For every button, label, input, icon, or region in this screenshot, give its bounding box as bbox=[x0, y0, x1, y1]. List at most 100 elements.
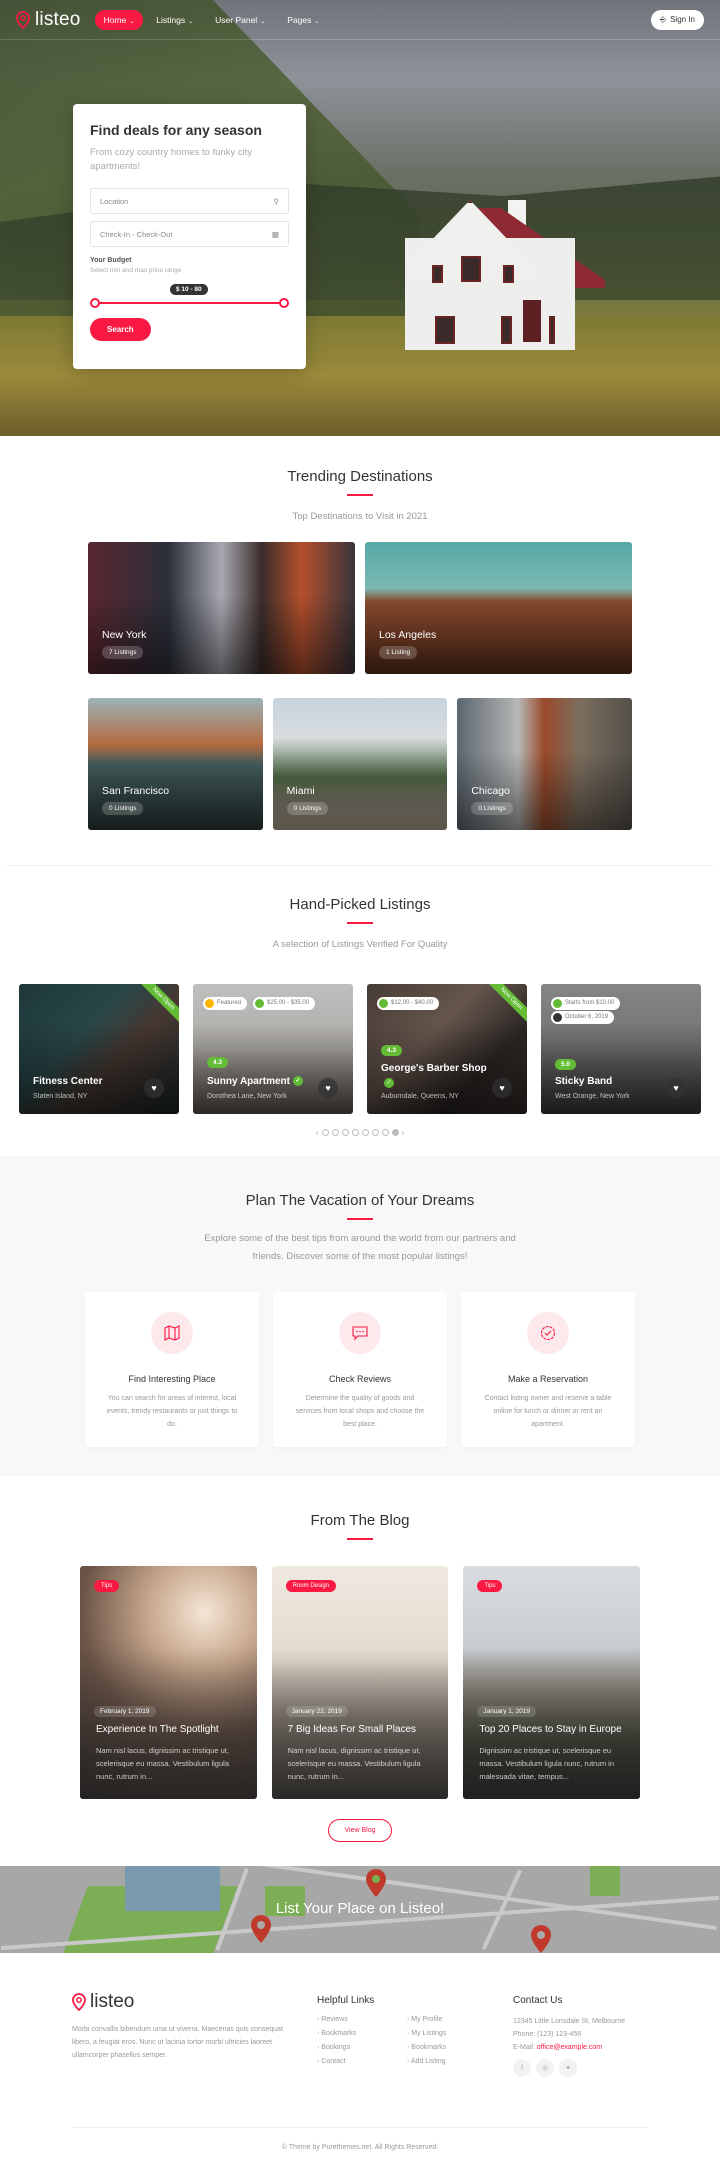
facebook-icon[interactable]: f bbox=[513, 2059, 531, 2077]
pager-dot[interactable] bbox=[371, 1128, 379, 1136]
post-title: 7 Big Ideas For Small Places bbox=[287, 1723, 417, 1735]
pager-dot[interactable] bbox=[341, 1128, 349, 1136]
view-blog-button[interactable]: View Blog bbox=[328, 1818, 392, 1842]
chevron-down-icon: ⌄ bbox=[314, 18, 320, 25]
footer-link-bookings[interactable]: Bookings bbox=[317, 2044, 407, 2051]
search-panel: Find deals for any season From cozy coun… bbox=[73, 104, 306, 369]
section-subtitle: Explore some of the best tips from aroun… bbox=[204, 1232, 516, 1262]
list-your-place-banner[interactable]: List Your Place on Listeo! bbox=[0, 1866, 720, 1953]
date-badge: October 6, 2019 bbox=[551, 1010, 615, 1024]
nav-user-panel[interactable]: User Panel ⌄ bbox=[206, 10, 274, 30]
carousel-pager: ‹ › bbox=[0, 1128, 720, 1137]
title-underline bbox=[347, 1218, 373, 1220]
footer-link-bookmarks[interactable]: Bookmarks bbox=[317, 2030, 407, 2037]
listing-card[interactable]: Starts from $10.00 October 6, 2019 5.0 S… bbox=[541, 983, 701, 1114]
destination-name: Miami bbox=[286, 784, 315, 797]
destination-card-san-francisco[interactable]: San Francisco 0 Listings bbox=[88, 697, 263, 830]
top-nav: listeo Home ⌄ Listings ⌄ User Panel ⌄ Pages… bbox=[0, 0, 720, 40]
post-title: Experience In The Spotlight bbox=[96, 1723, 219, 1735]
destination-card-new-york[interactable]: New York 7 Listings bbox=[88, 541, 355, 674]
search-button[interactable]: Search bbox=[90, 318, 151, 341]
section-title: Plan The Vacation of Your Dreams bbox=[245, 1192, 475, 1209]
bookmark-heart-icon[interactable]: ♥ bbox=[666, 1077, 686, 1098]
bookmark-heart-icon[interactable]: ♥ bbox=[144, 1077, 164, 1098]
footer-link-my-profile[interactable]: My Profile bbox=[407, 2016, 497, 2023]
contact-phone: Phone: (123) 123-456 bbox=[513, 2031, 582, 2038]
pager-dot[interactable] bbox=[381, 1128, 389, 1136]
section-subtitle: A selection of Listings Verified For Qua… bbox=[272, 938, 448, 950]
post-title: Top 20 Places to Stay in Europe bbox=[479, 1723, 622, 1735]
slider-track bbox=[94, 302, 285, 304]
map-pin-logo-icon bbox=[72, 1993, 86, 2011]
price-badge: $12.00 - $40.00 bbox=[377, 996, 440, 1010]
title-underline bbox=[347, 1538, 373, 1540]
blog-post-card[interactable]: Tips February 1, 2019 Experience In The … bbox=[80, 1565, 257, 1799]
footer-link-bookmarks-2[interactable]: Bookmarks bbox=[407, 2044, 497, 2051]
verified-check-icon: ✓ bbox=[292, 1075, 303, 1086]
blog-post-card[interactable]: Tips January 1, 2019 Top 20 Places to St… bbox=[463, 1565, 641, 1799]
pager-dot[interactable] bbox=[361, 1128, 369, 1136]
listing-title: Sunny Apartment ✓ bbox=[207, 1076, 303, 1087]
post-date: January 22, 2019 bbox=[285, 1705, 348, 1717]
listing-card[interactable]: Now Open $12.00 - $40.00 4.3 George's Ba… bbox=[367, 983, 527, 1114]
bookmark-heart-icon[interactable]: ♥ bbox=[492, 1077, 512, 1098]
destination-name: San Francisco bbox=[102, 784, 170, 797]
footer-link-reviews[interactable]: Reviews bbox=[317, 2016, 407, 2023]
location-input[interactable]: Location ⚲ bbox=[90, 188, 289, 214]
nav-listings-label: Listings bbox=[156, 14, 186, 25]
budget-label: Your Budget bbox=[90, 257, 132, 264]
budget-range-slider[interactable]: $ 10 - 80 bbox=[90, 284, 289, 310]
listing-card[interactable]: Now Open Fitness Center Staten Island, N… bbox=[19, 983, 179, 1114]
contact-email-link[interactable]: office@example.com bbox=[537, 2044, 602, 2051]
nav-home[interactable]: Home ⌄ bbox=[94, 9, 144, 30]
chevron-right-icon[interactable]: › bbox=[402, 1128, 405, 1137]
sign-in-button[interactable]: ⎆ Sign In bbox=[650, 9, 704, 30]
listing-title: Fitness Center bbox=[33, 1075, 103, 1087]
star-icon bbox=[205, 998, 214, 1008]
location-placeholder: Location bbox=[100, 196, 129, 206]
plan-card-title: Check Reviews bbox=[328, 1373, 392, 1384]
chevron-down-icon: ⌄ bbox=[260, 18, 266, 25]
pager-dot[interactable] bbox=[351, 1128, 359, 1136]
destination-name: New York bbox=[102, 628, 147, 641]
nav-listings[interactable]: Listings ⌄ bbox=[147, 10, 202, 30]
destination-card-miami[interactable]: Miami 0 Listings bbox=[272, 697, 448, 830]
logo[interactable]: listeo bbox=[16, 9, 81, 31]
footer-link-my-listings[interactable]: My Listings bbox=[407, 2030, 497, 2037]
post-category-badge[interactable]: Room Design bbox=[285, 1579, 337, 1592]
copyright: © Theme by Purethemes.net. All Rights Re… bbox=[72, 2127, 648, 2151]
listing-location: West Orange, New York bbox=[555, 1092, 630, 1100]
destination-card-los-angeles[interactable]: Los Angeles 1 Listing bbox=[365, 541, 632, 674]
twitter-icon[interactable]: ✦ bbox=[559, 2059, 577, 2077]
destination-card-chicago[interactable]: Chicago 0 Listings bbox=[457, 697, 633, 830]
post-date: January 1, 2019 bbox=[477, 1705, 536, 1717]
footer-link-add-listing[interactable]: Add Listing bbox=[407, 2058, 497, 2065]
hero: listeo Home ⌄ Listings ⌄ User Panel ⌄ Pages… bbox=[0, 0, 720, 436]
footer-link-contact[interactable]: Contact bbox=[317, 2058, 407, 2065]
blog-post-card[interactable]: Room Design January 22, 2019 7 Big Ideas… bbox=[271, 1565, 449, 1799]
slider-max-handle[interactable] bbox=[279, 298, 289, 308]
nav-pages[interactable]: Pages ⌄ bbox=[278, 10, 328, 30]
search-panel-title: Find deals for any season bbox=[90, 122, 262, 138]
section-title: Hand-Picked Listings bbox=[289, 896, 431, 913]
pager-dot-active[interactable] bbox=[391, 1128, 399, 1136]
footer-links-col1: Reviews Bookmarks Bookings Contact bbox=[317, 2016, 407, 2072]
post-category-badge[interactable]: Tips bbox=[477, 1579, 503, 1592]
instagram-icon[interactable]: ◎ bbox=[536, 2059, 554, 2077]
section-title: From The Blog bbox=[310, 1512, 410, 1529]
destination-count: 0 Listings bbox=[471, 801, 513, 815]
post-excerpt: Nam nisl lacus, dignissim ac tristique u… bbox=[287, 1745, 421, 1781]
bookmark-heart-icon[interactable]: ♥ bbox=[318, 1077, 338, 1098]
map-park bbox=[590, 1866, 620, 1896]
listing-card[interactable]: Featured $25.00 - $35.00 4.3 Sunny Apart… bbox=[193, 983, 353, 1114]
hand-picked-listings-section: Hand-Picked Listings A selection of List… bbox=[0, 866, 720, 1156]
plan-card: Make a Reservation Contact listing owner… bbox=[461, 1291, 635, 1447]
pager-dot[interactable] bbox=[331, 1128, 339, 1136]
slider-min-handle[interactable] bbox=[90, 298, 100, 308]
chevron-left-icon[interactable]: ‹ bbox=[316, 1128, 319, 1137]
verified-check-icon: ✓ bbox=[384, 1077, 394, 1088]
pager-dot[interactable] bbox=[321, 1128, 329, 1136]
footer-logo[interactable]: listeo bbox=[72, 1991, 317, 2013]
post-category-badge[interactable]: Tips bbox=[94, 1579, 120, 1592]
dates-input[interactable]: Check-In - Check-Out ▦ bbox=[90, 221, 289, 247]
